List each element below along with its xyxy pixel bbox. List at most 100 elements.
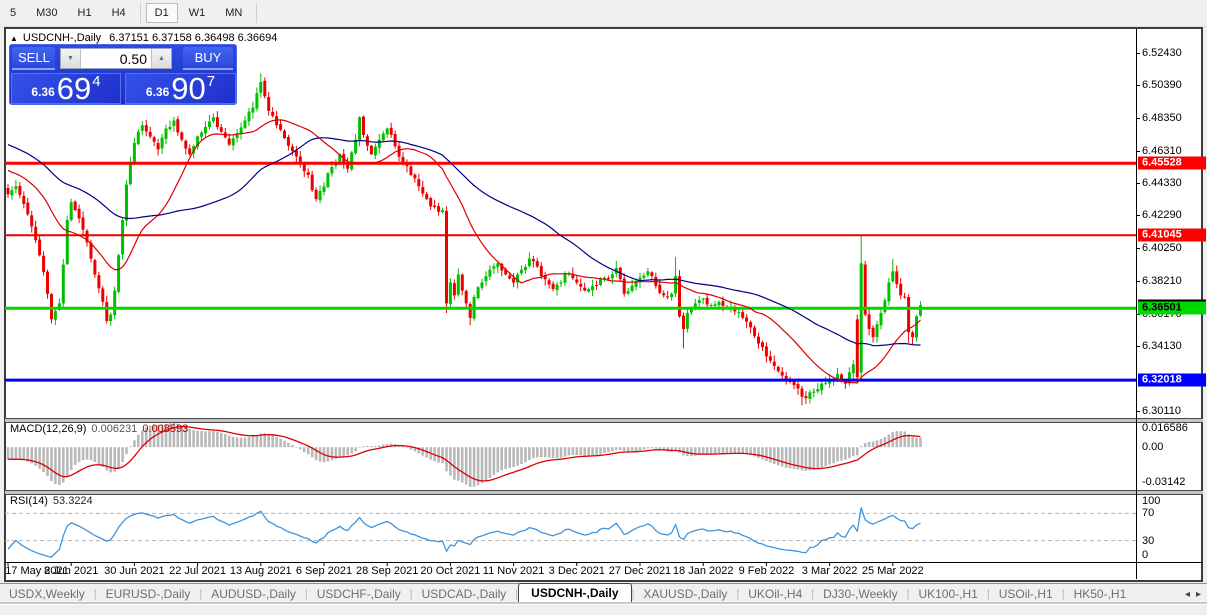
date-axis-label: 11 Nov 2021: [482, 565, 545, 577]
chart-tab-bar: USDX,Weekly | EURUSD-,Daily | AUDUSD-,Daily |…: [0, 583, 1207, 604]
price-level-badge: 6.41045: [1138, 228, 1206, 242]
expand-triangle-icon[interactable]: ▲: [10, 34, 18, 43]
price-axis-tick: [1136, 182, 1140, 184]
macd-axis-label: 0.00: [1142, 441, 1164, 454]
timeframe-button-h1[interactable]: H1: [69, 3, 101, 23]
date-axis-label: 18 Jan 2022: [672, 565, 734, 577]
date-axis-label: 8 Jun 2021: [43, 565, 99, 577]
timeframe-button-mn[interactable]: MN: [216, 3, 251, 23]
volume-input[interactable]: [81, 49, 151, 68]
rsi-axis-label: 0: [1142, 549, 1149, 561]
volume-decrease-button[interactable]: ▼: [61, 49, 81, 68]
rsi-value: 53.3224: [52, 495, 93, 507]
price-axis-label: 6.46310: [1142, 144, 1182, 157]
macd-name: MACD(12,26,9): [10, 423, 87, 435]
price-axis-label: 6.44330: [1142, 176, 1182, 189]
price-axis-label: 6.40250: [1142, 242, 1182, 255]
price-axis-tick: [1136, 410, 1140, 412]
price-level-badge: 6.45528: [1138, 156, 1206, 170]
chart-tab-usdcnh[interactable]: USDCNH-,Daily: [518, 583, 632, 603]
rsi-axis-label: 70: [1142, 507, 1155, 520]
timeframe-toolbar: 5 M30 H1 H4 D1 W1 MN: [0, 0, 1207, 27]
date-axis-label: 27 Dec 2021: [608, 565, 672, 577]
price-axis-border: [1136, 29, 1137, 579]
tab-scroll-right-button[interactable]: ▸: [1196, 589, 1201, 600]
volume-increase-button[interactable]: ▲: [151, 49, 171, 68]
timeframe-button-h4[interactable]: H4: [103, 3, 135, 23]
timeframe-button-d1[interactable]: D1: [145, 3, 178, 23]
price-axis-tick: [1136, 248, 1140, 250]
rsi-indicator-label: RSI(14) 53.3224: [10, 495, 93, 507]
date-axis-label: 20 Oct 2021: [420, 565, 481, 577]
price-axis-label: 6.34130: [1142, 340, 1182, 353]
price-axis-label: 6.42290: [1142, 209, 1182, 222]
price-level-badge: 6.36501: [1138, 301, 1206, 315]
chart-window[interactable]: [4, 27, 1203, 582]
date-axis-label: 3 Dec 2021: [548, 565, 605, 577]
price-axis-tick: [1136, 52, 1140, 54]
timeframe-button-5[interactable]: 5: [1, 3, 25, 23]
buy-price-big-digits: 90: [171, 71, 206, 106]
volume-stepper: ▼ ▲: [60, 48, 172, 69]
price-axis-label: 6.48350: [1142, 112, 1182, 125]
macd-main-value: 0.006231: [91, 423, 138, 435]
rsi-pane-bottom-border: [5, 562, 1203, 563]
chart-title: ▲ USDCNH-,Daily 6.37151 6.37158 6.36498 6.…: [10, 32, 277, 44]
macd-axis-label: -0.03142: [1142, 476, 1186, 488]
chart-tab-usdchf[interactable]: USDCHF-,Daily: [308, 585, 410, 603]
date-axis-label: 25 Mar 2022: [861, 565, 924, 577]
buy-price-prefix: 6.36: [145, 85, 170, 99]
rsi-pane-separator[interactable]: [5, 490, 1203, 495]
date-axis-label: 30 Jun 2021: [104, 565, 165, 577]
toolbar-separator: [256, 3, 258, 23]
chart-tab-dj30[interactable]: DJ30-,Weekly: [814, 585, 906, 603]
sell-price-prefix: 6.36: [31, 85, 55, 99]
chart-tab-xauusd[interactable]: XAUUSD-,Daily: [634, 585, 736, 603]
sell-price-pip-digit: 4: [92, 73, 101, 90]
date-axis-label: 13 Aug 2021: [229, 565, 292, 577]
one-click-trading-panel: SELL ▼ ▲ BUY 6.36 69 4 6.36 90 7: [9, 44, 237, 105]
chart-tab-audusd[interactable]: AUDUSD-,Daily: [202, 585, 305, 603]
date-axis-label: 28 Sep 2021: [355, 565, 419, 577]
buy-button[interactable]: BUY: [183, 47, 233, 70]
chart-ohlc-values: 6.37151 6.37158 6.36498 6.36694: [109, 32, 278, 44]
chart-symbol-label: USDCNH-,Daily: [22, 32, 102, 44]
macd-signal-value: 0.008593: [142, 423, 189, 435]
price-level-badge: 6.32018: [1138, 373, 1206, 387]
price-axis-tick: [1136, 150, 1140, 152]
rsi-name: RSI(14): [10, 495, 48, 507]
tab-scroll-left-button[interactable]: ◂: [1185, 589, 1190, 600]
sell-price-big-digits: 69: [56, 71, 92, 106]
trading-platform-window: 5 M30 H1 H4 D1 W1 MN ▲ USDCNH-,Daily 6.37151 6.3…: [0, 0, 1207, 615]
chart-tab-uk100[interactable]: UK100-,H1: [909, 585, 986, 603]
timeframe-button-m30[interactable]: M30: [27, 3, 66, 23]
price-axis-tick: [1136, 215, 1140, 217]
price-axis-label: 6.50390: [1142, 79, 1182, 92]
chart-tab-usoil[interactable]: USOil-,H1: [990, 585, 1062, 603]
date-axis-label: 3 Mar 2022: [801, 565, 858, 577]
chart-tab-hk50[interactable]: HK50-,H1: [1065, 585, 1136, 603]
toolbar-separator: [139, 3, 141, 23]
timeframe-button-w1[interactable]: W1: [180, 3, 215, 23]
price-axis-tick: [1136, 85, 1140, 87]
date-axis-label: 6 Sep 2021: [295, 565, 353, 577]
sell-price-display[interactable]: 6.36 69 4: [11, 73, 121, 104]
price-axis-tick: [1136, 118, 1140, 120]
macd-indicator-label: MACD(12,26,9) 0.006231 0.008593: [10, 423, 188, 435]
buy-price-display[interactable]: 6.36 90 7: [125, 73, 236, 104]
price-axis-tick: [1136, 280, 1140, 282]
chart-tab-eurusd[interactable]: EURUSD-,Daily: [97, 585, 200, 603]
price-axis-label: 6.38210: [1142, 274, 1182, 287]
price-axis-tick: [1136, 346, 1140, 348]
price-axis-label: 6.30110: [1142, 404, 1181, 417]
chart-tab-usdcad[interactable]: USDCAD-,Daily: [413, 585, 516, 603]
buy-price-pip-digit: 7: [206, 73, 216, 90]
chart-tab-usdx[interactable]: USDX,Weekly: [0, 585, 94, 603]
chart-tab-ukoil[interactable]: UKOil-,H4: [739, 585, 811, 603]
rsi-axis-label: 100: [1142, 495, 1161, 507]
date-axis-label: 9 Feb 2022: [738, 565, 795, 577]
macd-axis-label: 0.016586: [1142, 422, 1188, 434]
price-axis-label: 6.52430: [1142, 46, 1182, 59]
status-bar: [0, 604, 1207, 615]
sell-button[interactable]: SELL: [12, 47, 55, 70]
